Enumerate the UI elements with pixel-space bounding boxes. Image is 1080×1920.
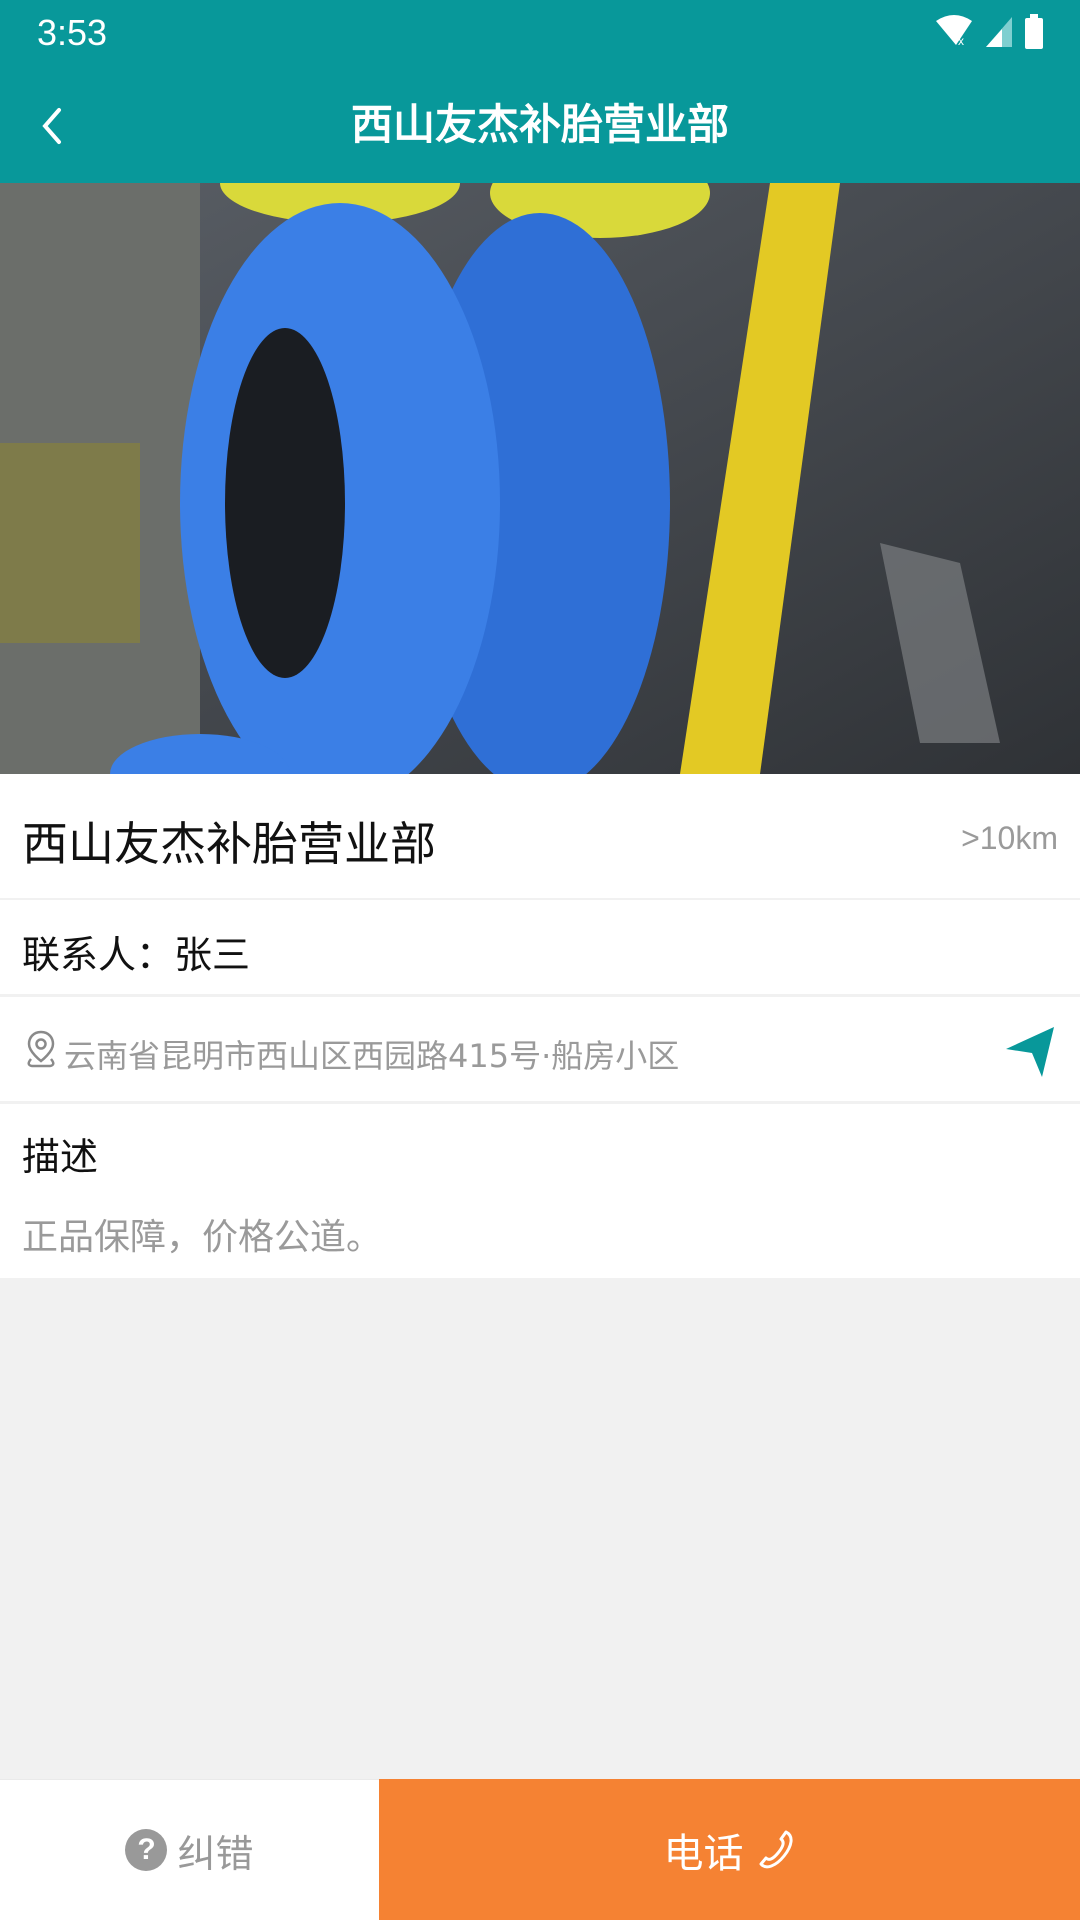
shop-photo	[0, 183, 1080, 774]
shop-name-row: 西山友杰补胎营业部 >10km	[0, 774, 1080, 898]
phone-icon	[759, 1830, 792, 1868]
battery-icon	[1025, 14, 1043, 49]
contact-person: 联系人：张三	[22, 933, 251, 977]
contact-row: 联系人：张三	[0, 900, 1080, 994]
call-button[interactable]: 电话	[379, 1779, 1080, 1920]
distance: >10km	[961, 820, 1058, 856]
shop-name: 西山友杰补胎营业部	[22, 817, 436, 871]
call-label: 电话	[663, 1830, 744, 1877]
navigate-icon[interactable]	[1002, 1023, 1058, 1079]
app-bar: 西山友杰补胎营业部	[0, 66, 1080, 183]
status-time: 3:53	[37, 12, 108, 53]
back-button[interactable]	[22, 96, 82, 156]
address-row[interactable]: 云南省昆明市西山区西园路415号·船房小区	[0, 997, 1080, 1101]
status-icons: x	[934, 14, 1044, 50]
page-title: 西山友杰补胎营业部	[350, 100, 729, 149]
description-text: 正品保障，价格公道。	[22, 1217, 383, 1258]
wifi-off-icon: x	[936, 15, 972, 48]
status-bar: 3:53 x	[0, 0, 1080, 66]
chevron-left-icon	[42, 108, 61, 144]
location-pin-icon	[27, 1030, 55, 1068]
address-text: 云南省昆明市西山区西园路415号·船房小区	[64, 1037, 680, 1075]
svg-text:x: x	[958, 34, 964, 48]
bottom-bar: ? 纠错 电话	[0, 1779, 1080, 1920]
description-section: 描述 正品保障，价格公道。	[0, 1104, 1080, 1278]
shop-photo-illustration	[0, 183, 1080, 774]
report-error-label: 纠错	[177, 1831, 254, 1876]
description-label: 描述	[22, 1135, 99, 1179]
help-icon: ?	[125, 1829, 168, 1871]
signal-icon	[986, 17, 1012, 47]
report-error-button[interactable]: ? 纠错	[0, 1779, 379, 1920]
